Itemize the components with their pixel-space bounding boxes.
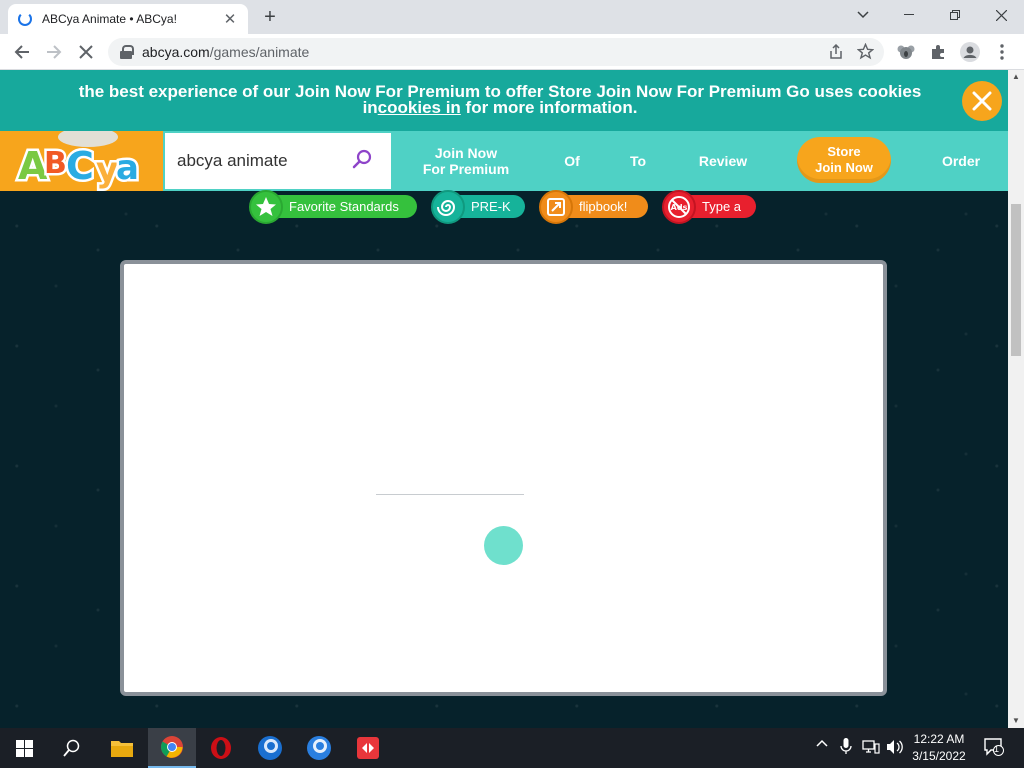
chip-favorite-standards[interactable]: Favorite Standards bbox=[249, 189, 417, 224]
stop-loading-icon[interactable] bbox=[74, 40, 98, 64]
app-blue-circle-icon-2[interactable] bbox=[295, 728, 343, 768]
chip-type-a[interactable]: Ads Type a bbox=[662, 189, 756, 224]
chip-label: Favorite Standards bbox=[289, 199, 399, 214]
svg-text:B: B bbox=[44, 146, 67, 181]
nav-join-now[interactable]: Join Now For Premium bbox=[406, 131, 526, 191]
file-explorer-icon[interactable] bbox=[98, 728, 146, 768]
svg-text:C: C bbox=[66, 144, 94, 188]
cookie-text-prefix: in bbox=[362, 98, 378, 117]
svg-text:Ads: Ads bbox=[671, 203, 688, 212]
close-icon bbox=[972, 91, 992, 111]
game-canvas[interactable] bbox=[120, 260, 887, 696]
store-line2: Join Now bbox=[815, 160, 873, 175]
forward-arrow-icon[interactable] bbox=[42, 40, 66, 64]
search-input[interactable]: abcya animate bbox=[177, 151, 351, 171]
browser-tab[interactable]: ABCya Animate • ABCya! ✕ bbox=[8, 4, 248, 34]
tab-title: ABCya Animate • ABCya! bbox=[42, 12, 177, 26]
back-arrow-icon[interactable] bbox=[10, 40, 34, 64]
chip-pre-k[interactable]: PRE-K bbox=[431, 189, 525, 224]
scroll-up-arrow-icon[interactable]: ▲ bbox=[1008, 70, 1024, 84]
svg-text:a: a bbox=[116, 148, 139, 188]
windows-taskbar: 12:22 AM 3/15/2022 1 bbox=[0, 728, 1024, 768]
cookie-text: the best experience of our Join Now For … bbox=[60, 83, 940, 117]
notification-icon[interactable]: 1 bbox=[984, 738, 1004, 759]
search-box[interactable]: abcya animate bbox=[163, 131, 393, 191]
search-icon[interactable] bbox=[351, 148, 373, 175]
browser-toolbar: abcya.com/games/animate bbox=[0, 34, 1024, 70]
nav-join-line1: Join Now bbox=[434, 145, 498, 161]
lock-icon bbox=[120, 45, 134, 59]
expand-icon bbox=[539, 189, 573, 224]
share-icon[interactable] bbox=[828, 43, 844, 65]
network-icon[interactable] bbox=[862, 739, 880, 758]
start-button[interactable] bbox=[0, 728, 48, 768]
bookmark-star-icon[interactable] bbox=[856, 42, 875, 65]
close-tab-icon[interactable]: ✕ bbox=[222, 10, 238, 28]
loading-dot bbox=[484, 526, 523, 565]
windows-logo-icon bbox=[15, 739, 33, 757]
clock-date: 3/15/2022 bbox=[912, 749, 966, 763]
cookies-link[interactable]: cookies in bbox=[378, 98, 461, 117]
app-blue-circle-icon-1[interactable] bbox=[246, 728, 294, 768]
chrome-taskbar-icon[interactable] bbox=[148, 728, 196, 768]
tab-strip: ABCya Animate • ABCya! ✕ + bbox=[0, 0, 1024, 34]
scrollbar-thumb[interactable] bbox=[1011, 204, 1021, 356]
spiral-icon bbox=[431, 189, 465, 224]
microphone-icon[interactable] bbox=[840, 738, 852, 757]
notification-count: 1 bbox=[994, 744, 1000, 754]
clock-time: 12:22 AM bbox=[913, 732, 965, 746]
chip-label: flipbook! bbox=[579, 199, 628, 214]
scroll-down-arrow-icon[interactable]: ▼ bbox=[1008, 714, 1024, 728]
store-line1: Store bbox=[827, 144, 861, 159]
nav-order[interactable]: Order bbox=[930, 131, 992, 191]
url-path: /games/animate bbox=[209, 44, 310, 60]
app-red-icon[interactable] bbox=[344, 728, 392, 768]
extensions-puzzle-icon[interactable] bbox=[926, 40, 950, 64]
menu-kebab-icon[interactable] bbox=[990, 40, 1014, 64]
nav-of[interactable]: Of bbox=[552, 131, 592, 191]
cookie-banner: the best experience of our Join Now For … bbox=[0, 70, 1008, 131]
restore-button[interactable] bbox=[932, 0, 978, 30]
close-cookie-banner-button[interactable] bbox=[962, 81, 1002, 121]
nav-store-join-button[interactable]: Store Join Now bbox=[797, 137, 891, 183]
search-taskbar-icon[interactable] bbox=[48, 728, 96, 768]
minimize-button[interactable] bbox=[886, 0, 932, 30]
star-icon bbox=[249, 189, 283, 224]
extension-koala-icon[interactable] bbox=[894, 40, 918, 64]
chevron-up-icon[interactable] bbox=[816, 738, 828, 753]
loading-bar bbox=[376, 494, 524, 495]
chip-label: Type a bbox=[702, 199, 742, 214]
close-window-button[interactable] bbox=[978, 0, 1024, 30]
cookie-text-suffix: for more information. bbox=[460, 98, 638, 117]
address-bar[interactable]: abcya.com/games/animate bbox=[108, 38, 884, 66]
opera-icon[interactable] bbox=[197, 728, 245, 768]
tab-search-icon[interactable] bbox=[840, 0, 886, 30]
profile-avatar-icon[interactable] bbox=[958, 40, 982, 64]
nav-review[interactable]: Review bbox=[688, 131, 758, 191]
nav-to[interactable]: To bbox=[618, 131, 658, 191]
svg-text:y: y bbox=[96, 150, 118, 190]
page-scrollbar[interactable]: ▲ ▼ bbox=[1008, 70, 1024, 728]
new-tab-button[interactable]: + bbox=[258, 6, 282, 28]
volume-icon[interactable] bbox=[886, 739, 904, 758]
url-host: abcya.com bbox=[142, 44, 210, 60]
ads-icon: Ads bbox=[662, 189, 696, 224]
chip-label: PRE-K bbox=[471, 199, 511, 214]
chip-flipbook[interactable]: flipbook! bbox=[539, 189, 648, 224]
system-clock[interactable]: 12:22 AM 3/15/2022 bbox=[906, 731, 972, 765]
site-navbar: A B C y a abcya animate Join Now For Prem… bbox=[0, 131, 1008, 191]
web-page: the best experience of our Join Now For … bbox=[0, 70, 1008, 728]
nav-join-line2: For Premium bbox=[422, 161, 510, 177]
abcya-logo[interactable]: A B C y a bbox=[0, 131, 163, 191]
loading-spinner-icon bbox=[18, 12, 32, 26]
